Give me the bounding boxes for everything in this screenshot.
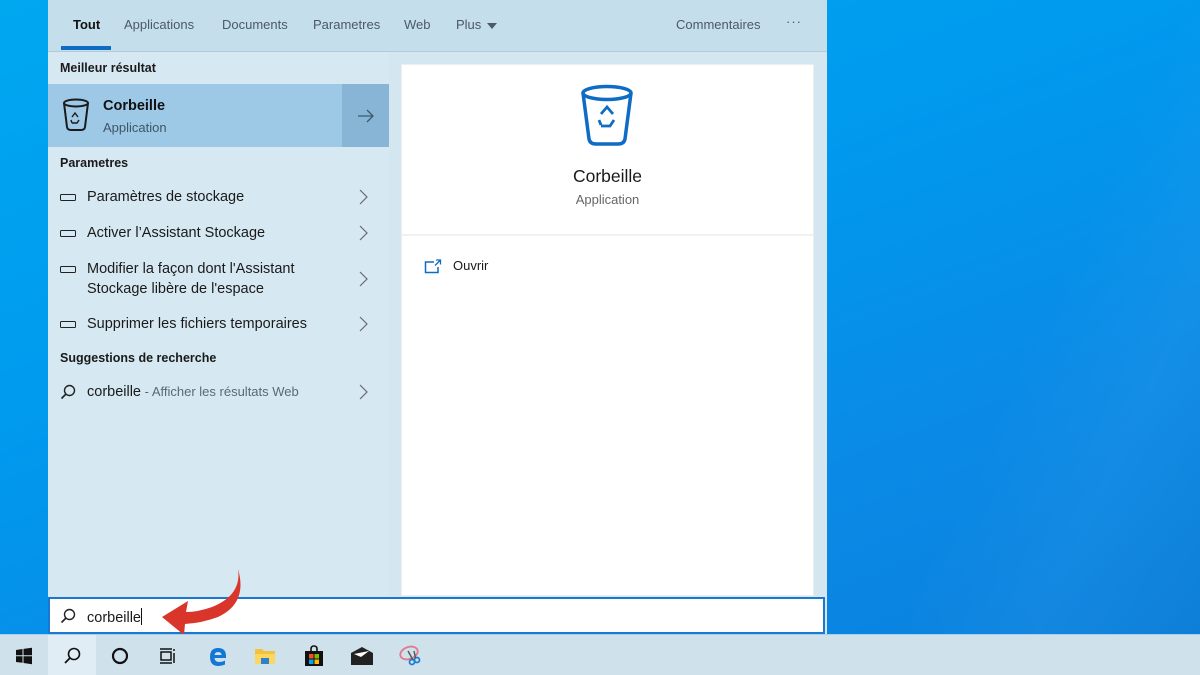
tab-documents[interactable]: Documents [222,17,288,32]
storage-icon [60,266,76,273]
edge-icon [210,647,226,666]
settings-item-label: Paramètres de stockage [87,189,245,205]
settings-item[interactable]: Supprimer les fichiers temporaires [48,312,389,342]
cortana-icon [111,647,129,664]
search-panel: Tout Applications Documents Parametres W… [48,0,827,634]
open-action-label: Ouvrir [453,258,489,273]
store-icon [305,644,323,666]
search-icon [64,647,81,664]
suggestion-subtext: - Afficher les résultats Web [141,384,299,399]
search-icon [60,608,76,624]
storage-icon [60,230,76,237]
settings-item[interactable]: Paramètres de stockage [48,185,389,215]
tab-plus-label: Plus [456,17,482,32]
arrow-right-icon [357,109,374,122]
best-result-item[interactable]: Corbeille Application [48,84,340,147]
edge-button[interactable] [193,635,241,675]
active-tab-indicator [61,46,111,50]
storage-icon [60,321,76,328]
tab-applications[interactable]: Applications [124,17,194,32]
task-view-button[interactable] [144,635,192,675]
best-result: Corbeille Application [48,84,389,147]
settings-item-label-line2: Stockage libère de l'espace [87,281,264,297]
feedback-link[interactable]: Commentaires [676,17,761,32]
preview-pane: Corbeille Application Ouvrir [401,64,814,596]
chevron-right-icon [359,189,368,205]
settings-item-label: Supprimer les fichiers temporaires [87,316,307,332]
preview-title: Corbeille [572,166,643,186]
suggestion-query: corbeille [87,384,141,400]
desktop-background [900,0,1200,675]
recycle-bin-large-icon [581,84,633,146]
settings-item[interactable]: Modifier la façon dont l'Assistant Stock… [48,257,389,303]
suggestions-header: Suggestions de recherche [60,351,217,365]
tab-web[interactable]: Web [404,17,431,32]
settings-item-label: Modifier la façon dont l'Assistant [87,261,295,277]
mail-button[interactable] [338,635,386,675]
text-cursor [141,608,142,625]
expand-preview-button[interactable] [342,84,389,147]
best-result-header: Meilleur résultat [60,61,156,75]
more-options-button[interactable]: ··· [786,14,802,29]
web-suggestion-item[interactable]: corbeille - Afficher les résultats Web [48,380,389,410]
best-result-subtitle: Application [103,120,167,135]
taskbar [0,634,1200,675]
search-input-value: corbeille [87,610,141,626]
cortana-button[interactable] [96,635,144,675]
tab-plus[interactable]: Plus [456,17,498,32]
chevron-right-icon [359,384,368,400]
settings-item[interactable]: Activer l’Assistant Stockage [48,221,389,251]
taskbar-search-button[interactable] [48,635,96,675]
folder-icon [255,648,275,664]
settings-header: Parametres [60,156,129,170]
chevron-right-icon [359,316,368,332]
store-button[interactable] [290,635,338,675]
tab-tout[interactable]: Tout [73,17,100,32]
settings-item-label: Activer l’Assistant Stockage [87,225,266,241]
preview-subtitle: Application [575,192,640,207]
snip-sketch-icon [399,645,421,665]
chevron-right-icon [359,271,368,287]
tab-parametres[interactable]: Parametres [313,17,380,32]
caret-down-icon [487,22,498,29]
start-button[interactable] [0,635,48,675]
chevron-right-icon [359,225,368,241]
task-view-icon [160,647,175,664]
search-icon [60,384,76,400]
recycle-bin-icon [63,98,89,131]
snip-sketch-button[interactable] [386,635,434,675]
results-list: Meilleur résultat Corbeille Application … [48,52,389,596]
preview-header: Corbeille Application [402,65,813,236]
search-input[interactable]: corbeille [48,597,825,634]
windows-logo-icon [16,647,32,664]
open-icon [424,259,442,274]
search-tabs: Tout Applications Documents Parametres W… [48,0,827,52]
storage-icon [60,194,76,201]
best-result-title: Corbeille [103,98,166,114]
file-explorer-button[interactable] [241,635,289,675]
mail-icon [351,646,373,665]
